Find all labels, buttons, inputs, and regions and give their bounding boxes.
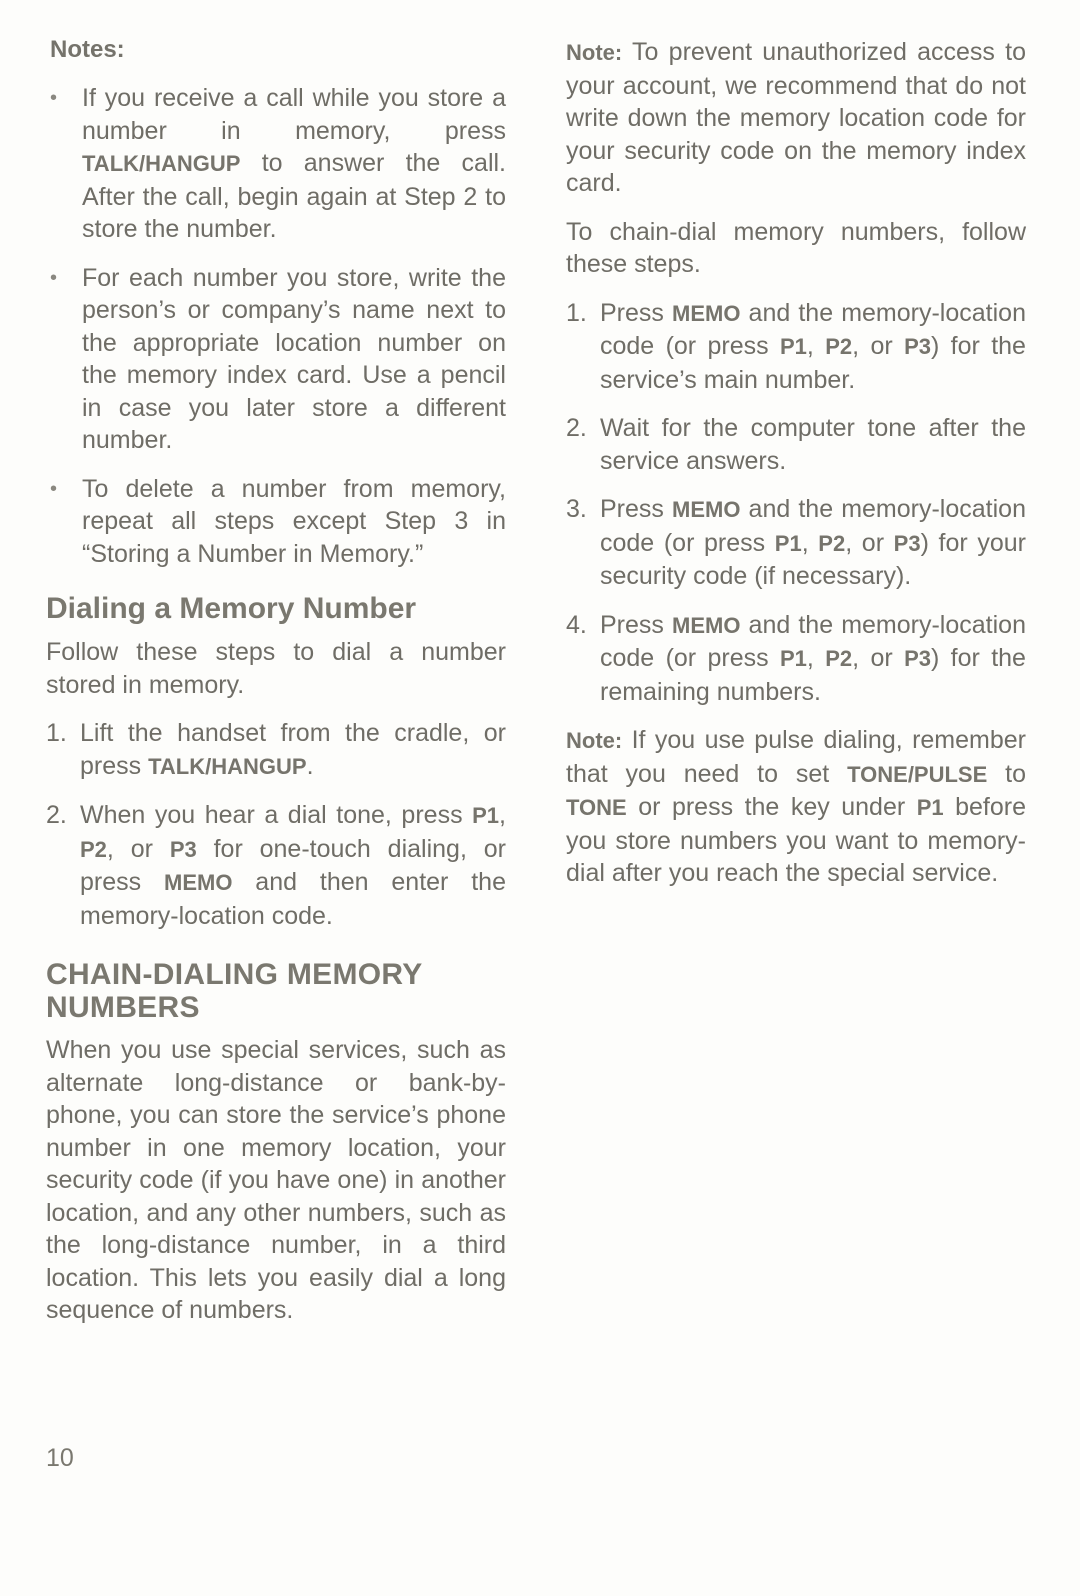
note-text: or press the key under [626,793,917,821]
key-p3: P3 [169,836,197,862]
left-column: Notes: If you receive a call while you s… [46,36,506,1327]
dialing-steps: 1. Lift the handset from the cradle, or p… [46,717,506,932]
key-memo: MEMO [672,300,741,326]
key-p1: P1 [780,646,807,671]
step-text: , or [106,834,170,863]
key-p1: P1 [916,795,944,820]
step-text: , or [852,644,905,672]
step-item: 2. When you hear a dial tone, press P1, P… [46,799,506,932]
step-item: 1. Press MEMO and the memory-location cod… [566,297,1026,397]
step-text: , or [852,332,905,360]
note-text: For each number you store, write the per… [82,263,506,455]
key-p2: P2 [825,646,853,671]
notes-title: Notes: [50,36,125,63]
key-p2: P2 [825,334,853,359]
notes-list: If you receive a call while you store a … [46,82,506,570]
step-text: , [806,332,826,360]
key-p2: P2 [80,836,107,862]
chain-steps: 1. Press MEMO and the memory-location cod… [566,297,1026,709]
key-p3: P3 [904,334,931,359]
step-text: . [306,751,314,780]
key-p3: P3 [904,646,931,671]
step-item: 1. Lift the handset from the cradle, or p… [46,717,506,783]
step-number: 4. [566,610,587,639]
key-p3: P3 [893,530,921,556]
step-text: Press [600,298,672,327]
chain-heading: CHAIN-DIALING MEMORY NUMBERS [46,958,506,1024]
note-item: To delete a number from memory, repeat a… [46,473,506,571]
key-memo: MEMO [672,612,741,638]
chain-body: When you use special services, such as a… [46,1036,506,1324]
step-item: 2. Wait for the computer tone after the s… [566,412,1026,477]
key-p1: P1 [780,334,807,359]
step-text: , [806,644,826,672]
step-text: Press [600,610,672,639]
step-text: , or [845,528,894,557]
note-text: To prevent unauthorized access to your a… [566,38,1026,197]
step-number: 2. [566,414,587,442]
step-number: 1. [46,719,67,747]
page-number: 10 [46,1444,74,1472]
step-item: 4. Press MEMO and the memory-location cod… [566,609,1026,709]
key-talk-hangup: TALK/HANGUP [82,151,241,176]
note-text: If you receive a call while you store a … [82,84,506,145]
step-text: When you hear a dial tone, press [80,801,473,829]
step-number: 1. [566,298,587,327]
step-text: , [801,528,819,557]
key-talk-hangup: TALK/HANGUP [148,753,307,779]
chain-heading-line2: NUMBERS [46,991,200,1024]
pulse-note: Note: If you use pulse dialing, remember… [566,724,1026,890]
step-text: Press [600,495,672,523]
note-label: Note: [566,40,623,65]
step-text: , [499,801,506,829]
right-column: Note: To prevent unauthorized access to … [566,36,1026,890]
chain-intro: To chain-dial memory numbers, follow the… [566,217,1026,279]
note-label: Note: [566,728,623,753]
key-tone: TONE [566,795,627,820]
note-text: To delete a number from memory, repeat a… [82,474,506,568]
key-p2: P2 [818,530,846,556]
step-number: 2. [46,801,67,829]
key-memo: MEMO [164,870,233,895]
chain-heading-line1: CHAIN-DIALING MEMORY [46,958,423,991]
key-p1: P1 [472,803,500,828]
step-item: 3. Press MEMO and the memory-location cod… [566,493,1026,593]
step-number: 3. [566,495,587,523]
dialing-intro: Follow these steps to dial a number stor… [46,638,506,699]
note-item: For each number you store, write the per… [46,262,506,457]
key-p1: P1 [774,530,802,556]
note-item: If you receive a call while you store a … [46,82,506,246]
dialing-heading: Dialing a Memory Number [46,592,417,625]
step-text: Wait for the computer tone after the ser… [600,414,1026,475]
note-text: to [987,759,1027,788]
security-note: Note: To prevent unauthorized access to … [566,36,1026,200]
key-tone-pulse: TONE/PULSE [847,761,988,787]
key-memo: MEMO [672,497,741,522]
